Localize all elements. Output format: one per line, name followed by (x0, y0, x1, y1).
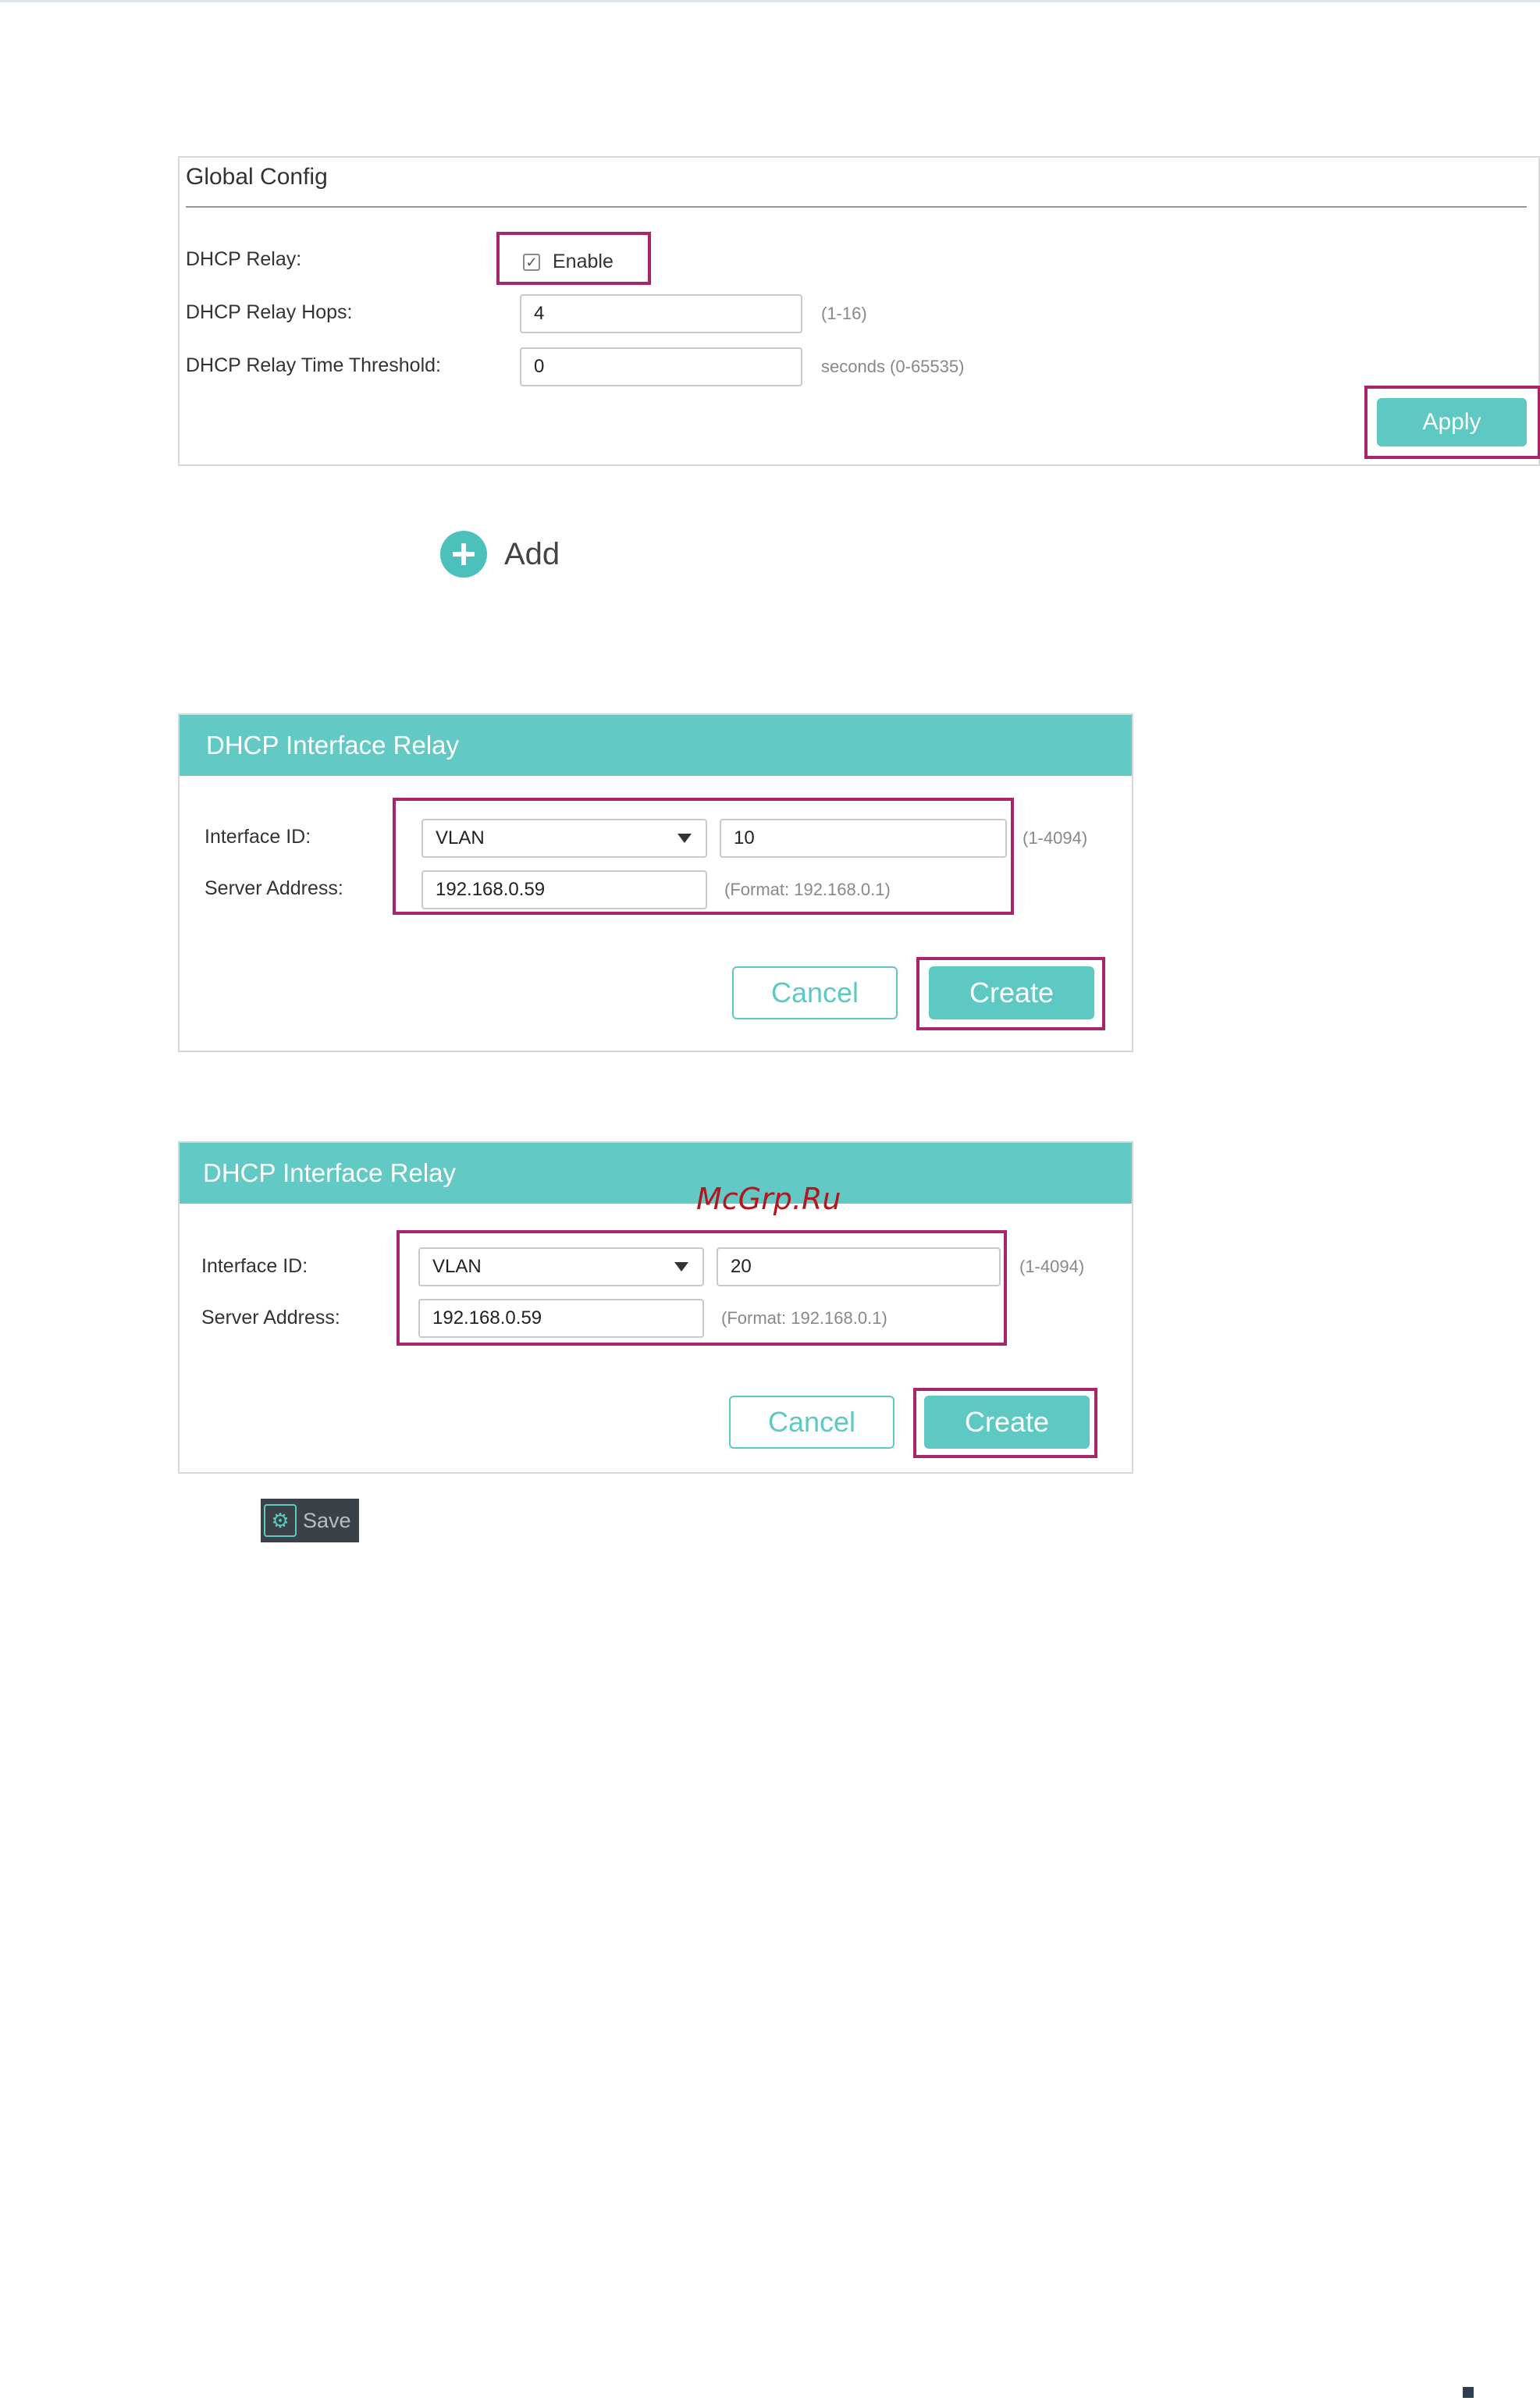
server-address-label: Server Address: (201, 1307, 340, 1329)
top-border (0, 0, 1540, 2)
interface-id-hint: (1-4094) (1019, 1257, 1085, 1276)
highlight-interface-fields (397, 1230, 1007, 1346)
save-label: Save (303, 1508, 351, 1532)
global-config-divider (186, 206, 1527, 208)
relay-hops-hint: (1-16) (821, 304, 867, 323)
interface-id-label: Interface ID: (201, 1255, 308, 1277)
add-button[interactable]: Add (440, 531, 560, 578)
save-button[interactable]: ⚙ Save (261, 1499, 359, 1542)
cancel-button[interactable]: Cancel (729, 1396, 894, 1449)
watermark: McGrp.Ru (696, 1182, 841, 1216)
relay-hops-input[interactable]: 4 (520, 294, 802, 333)
highlight-create (913, 1388, 1097, 1458)
server-address-label: Server Address: (205, 877, 343, 899)
add-label: Add (504, 536, 560, 571)
global-config-title: Global Config (186, 164, 328, 190)
interface-id-label: Interface ID: (205, 826, 311, 848)
highlight-enable (496, 232, 651, 285)
interface-id-hint: (1-4094) (1023, 828, 1088, 848)
relay-threshold-input[interactable]: 0 (520, 347, 802, 386)
highlight-interface-fields (393, 798, 1014, 915)
relay-panel-title: DHCP Interface Relay (180, 1143, 1132, 1204)
plus-circle-icon (440, 531, 487, 578)
dhcp-relay-label: DHCP Relay: (186, 248, 302, 270)
relay-threshold-hint: seconds (0-65535) (821, 357, 965, 376)
highlight-create (916, 957, 1105, 1030)
save-gear-icon: ⚙ (264, 1504, 297, 1537)
relay-panel-title: DHCP Interface Relay (180, 715, 1132, 776)
page-corner-mark (1463, 2387, 1474, 2398)
highlight-apply (1364, 386, 1540, 459)
relay-hops-label: DHCP Relay Hops: (186, 301, 353, 323)
cancel-button[interactable]: Cancel (732, 966, 898, 1019)
relay-threshold-label: DHCP Relay Time Threshold: (186, 354, 441, 376)
